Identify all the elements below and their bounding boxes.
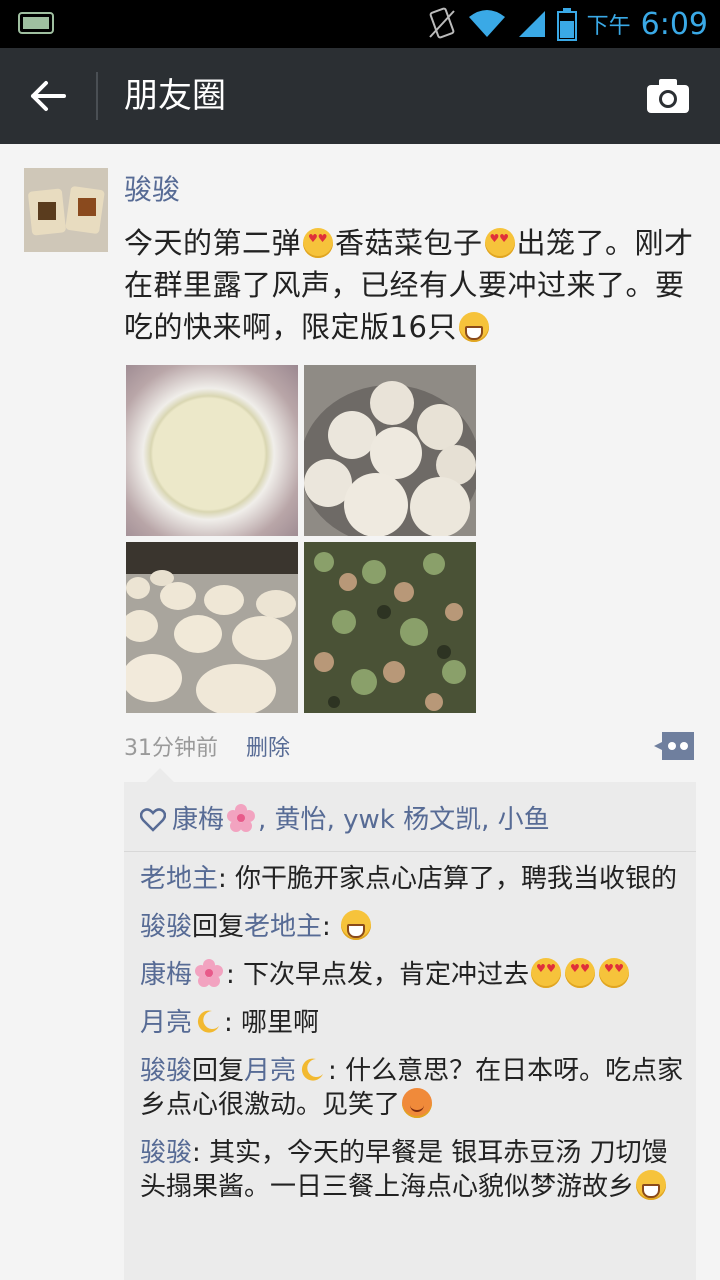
comment-more-button[interactable] xyxy=(652,730,696,762)
comment-author[interactable]: 月亮 xyxy=(140,1008,192,1038)
arrow-left-icon xyxy=(31,81,66,111)
likes-divider xyxy=(124,851,696,852)
photo-buns-in-pot-image xyxy=(304,365,476,536)
back-button[interactable] xyxy=(18,68,78,124)
reply-word: 回复 xyxy=(192,1056,245,1086)
comment-author[interactable]: 骏骏 xyxy=(140,912,192,942)
post-author[interactable]: 骏骏 xyxy=(124,172,180,208)
comment-text: : 其实，今天的早餐是 银耳赤豆汤 刀切馒头搨果酱。一日三餐上海点心貌似梦游故乡 xyxy=(140,1138,668,1202)
comment-more-icon xyxy=(654,732,694,760)
photo-mushroom-filling[interactable] xyxy=(304,542,476,713)
app-header: 朋友圈 xyxy=(0,48,720,144)
like-separator: , xyxy=(258,805,275,835)
comment-item[interactable]: 骏骏回复老地主: xyxy=(140,910,688,944)
status-ampm: 下午 xyxy=(586,14,631,39)
like-separator: , xyxy=(326,805,344,835)
comment-text: : 下次早点发，肯定冲过去 xyxy=(226,960,530,990)
heart-eyes-emoji-icon xyxy=(599,958,630,988)
flower-emoji-icon xyxy=(227,804,256,832)
heart-eyes-emoji-icon xyxy=(484,228,515,258)
camera-button[interactable] xyxy=(640,70,696,122)
comment-list: 老地主: 你干脆开家点心店算了，聘我当收银的 骏骏回复老地主: 康梅: 下次早点… xyxy=(140,862,688,1218)
sim-icon xyxy=(18,12,54,34)
battery-icon xyxy=(556,8,577,41)
delete-link[interactable]: 删除 xyxy=(246,730,290,762)
like-name[interactable]: ywk 杨文凯 xyxy=(343,805,481,835)
status-time: 6:09 xyxy=(640,6,708,42)
post-time: 31分钟前 xyxy=(124,736,218,761)
comment-text: : xyxy=(322,912,340,942)
photo-buns-in-pot[interactable] xyxy=(304,365,476,536)
like-name[interactable]: 黄怡 xyxy=(275,805,327,835)
moon-emoji-icon xyxy=(301,1058,324,1081)
photo-filling-image xyxy=(304,542,476,713)
post-text: 今天的第二弹香菇菜包子出笼了。刚才在群里露了风声，已经有人要冲过来了。要吃的快来… xyxy=(124,222,696,348)
reply-target[interactable]: 月亮 xyxy=(244,1056,296,1086)
like-separator: , xyxy=(481,805,498,835)
comment-item[interactable]: 康梅 : 下次早点发，肯定冲过去 xyxy=(140,958,688,992)
grin-emoji-icon xyxy=(636,1170,667,1200)
comment-item[interactable]: 骏骏回复月亮: 什么意思？在日本呀。吃点家乡点心很激动。见笑了 xyxy=(140,1054,688,1122)
embarrassed-emoji-icon xyxy=(402,1088,433,1118)
comment-author[interactable]: 骏骏 xyxy=(140,1138,192,1168)
comment-text: : 你干脆开家点心店算了，聘我当收银的 xyxy=(218,864,678,894)
heart-eyes-emoji-icon xyxy=(303,228,334,258)
page-title: 朋友圈 xyxy=(124,76,226,116)
photo-steamed-bun[interactable] xyxy=(126,365,298,536)
comment-text: : 哪里啊 xyxy=(224,1008,320,1038)
status-bar: 下午 6:09 xyxy=(0,0,720,48)
comment-item[interactable]: 骏骏: 其实，今天的早餐是 银耳赤豆汤 刀切馒头搨果酱。一日三餐上海点心貌似梦游… xyxy=(140,1136,688,1204)
signal-icon xyxy=(518,11,545,37)
flower-emoji-icon xyxy=(195,959,224,987)
like-name[interactable]: 康梅 xyxy=(172,805,224,835)
reply-target[interactable]: 老地主 xyxy=(244,912,322,942)
photo-buns-on-tray[interactable] xyxy=(126,542,298,713)
comment-author[interactable]: 康梅 xyxy=(140,960,192,990)
heart-eyes-emoji-icon xyxy=(565,958,596,988)
grin-emoji-icon xyxy=(458,312,489,342)
panel-arrow xyxy=(146,768,174,782)
comment-item[interactable]: 老地主: 你干脆开家点心店算了，聘我当收银的 xyxy=(140,862,688,896)
comment-author[interactable]: 骏骏 xyxy=(140,1056,192,1086)
comment-item[interactable]: 月亮 : 哪里啊 xyxy=(140,1006,688,1040)
author-avatar[interactable] xyxy=(24,168,108,252)
grin-emoji-icon xyxy=(341,910,372,940)
reply-word: 回复 xyxy=(192,912,245,942)
header-divider xyxy=(96,72,98,120)
comments-panel: 康梅, 黄怡, ywk 杨文凯, 小鱼 老地主: 你干脆开家点心店算了，聘我当收… xyxy=(124,768,696,1280)
photo-buns-on-tray-image xyxy=(126,542,298,713)
post-text-part-2: 香菇菜包子 xyxy=(335,226,483,260)
heart-eyes-emoji-icon xyxy=(531,958,562,988)
camera-icon xyxy=(647,79,689,113)
photo-grid xyxy=(124,364,476,713)
moon-emoji-icon xyxy=(197,1010,220,1033)
no-sim-icon xyxy=(428,7,455,39)
heart-outline-icon xyxy=(140,808,166,832)
likes-row: 康梅, 黄怡, ywk 杨文凯, 小鱼 xyxy=(140,800,688,840)
comment-author[interactable]: 老地主 xyxy=(140,864,218,894)
wifi-icon xyxy=(468,10,505,37)
avatar-image xyxy=(24,168,108,252)
like-name[interactable]: 小鱼 xyxy=(498,805,550,835)
post-text-part-1: 今天的第二弹 xyxy=(124,226,302,260)
